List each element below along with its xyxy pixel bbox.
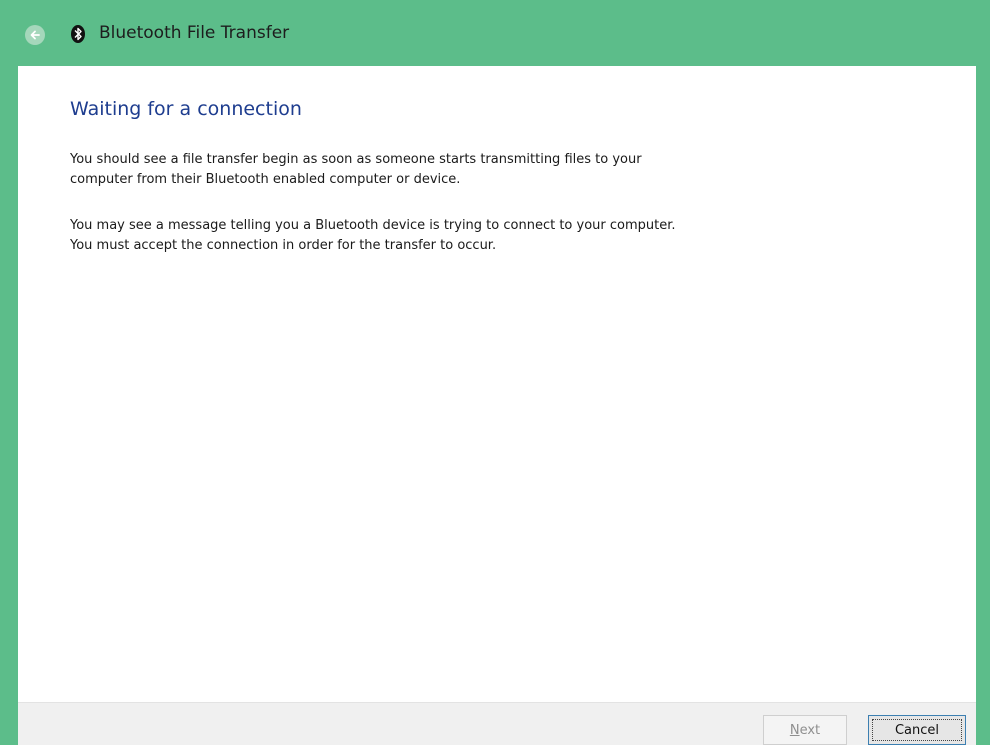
cancel-button-label: Cancel — [894, 722, 940, 738]
back-button[interactable] — [25, 25, 45, 45]
bluetooth-file-transfer-window: Bluetooth File Transfer Waiting for a co… — [0, 0, 990, 745]
instruction-paragraph-2-line-1: You may see a message telling you a Blue… — [70, 218, 676, 233]
main-content: Waiting for a connection You should see … — [18, 66, 976, 702]
next-button-accelerator: N — [789, 722, 800, 738]
page-heading: Waiting for a connection — [70, 98, 302, 120]
next-button[interactable]: Next — [763, 715, 847, 745]
cancel-button[interactable]: Cancel — [868, 715, 966, 745]
instruction-paragraph-1-line-2: computer from their Bluetooth enabled co… — [70, 172, 461, 187]
instruction-paragraph-2: You may see a message telling you a Blue… — [70, 216, 950, 256]
dialog-footer: Next Cancel — [18, 702, 976, 745]
bluetooth-icon — [71, 25, 85, 43]
window-title: Bluetooth File Transfer — [99, 23, 290, 43]
next-button-label: ext — [799, 722, 821, 738]
back-arrow-icon — [30, 30, 40, 40]
instruction-paragraph-1: You should see a file transfer begin as … — [70, 150, 950, 190]
instruction-paragraph-1-line-1: You should see a file transfer begin as … — [70, 152, 642, 167]
title-bar: Bluetooth File Transfer — [0, 0, 990, 66]
instruction-paragraph-2-line-2: You must accept the connection in order … — [70, 238, 497, 253]
